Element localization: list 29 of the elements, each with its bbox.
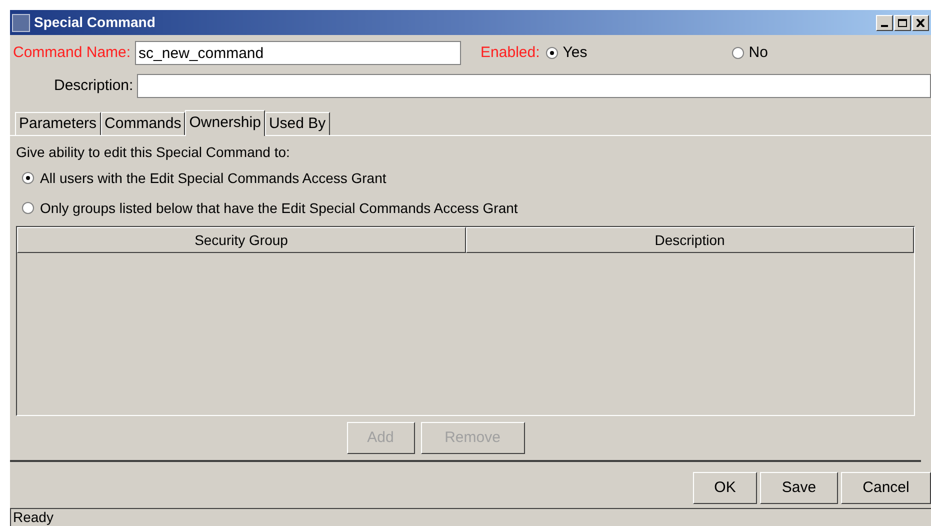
tab[interactable]: Used By (264, 112, 330, 135)
dialog-button[interactable]: OK (693, 472, 757, 504)
radio-button[interactable] (22, 202, 34, 214)
maximize-button[interactable] (894, 14, 911, 30)
command-name-field[interactable]: sc_new_command (134, 41, 461, 65)
field-label: Description: (54, 76, 134, 96)
radio-button[interactable] (546, 47, 558, 59)
prompt-text: Give ability to edit this Special Command to: (16, 143, 291, 162)
window-title: Special Command (34, 13, 156, 32)
radio-button[interactable] (732, 47, 744, 59)
close-icon (916, 18, 925, 26)
radio-label: All users with the Edit Special Commands Access Grant (40, 168, 386, 188)
radio-button[interactable] (22, 172, 34, 184)
field-label: Command Name: (13, 42, 131, 63)
tab[interactable]: Ownership (185, 110, 265, 136)
tab[interactable]: Parameters (15, 112, 101, 135)
column-header[interactable]: Description (466, 227, 914, 253)
status-bar: Ready (10, 508, 931, 526)
radio-label: Only groups listed below that have the Edit Special Commands Access Grant (40, 198, 518, 218)
dialog-button[interactable]: Cancel (841, 472, 931, 504)
description-field[interactable] (137, 74, 931, 98)
column-header[interactable]: Security Group (17, 227, 466, 253)
dialog-button[interactable]: Save (760, 472, 838, 504)
radio-label: Yes (562, 42, 588, 63)
minimize-button[interactable] (876, 14, 893, 30)
field-label: Enabled: (480, 42, 540, 63)
app-icon (12, 14, 30, 32)
radio-label: No (748, 42, 768, 63)
close-button[interactable] (912, 14, 929, 30)
